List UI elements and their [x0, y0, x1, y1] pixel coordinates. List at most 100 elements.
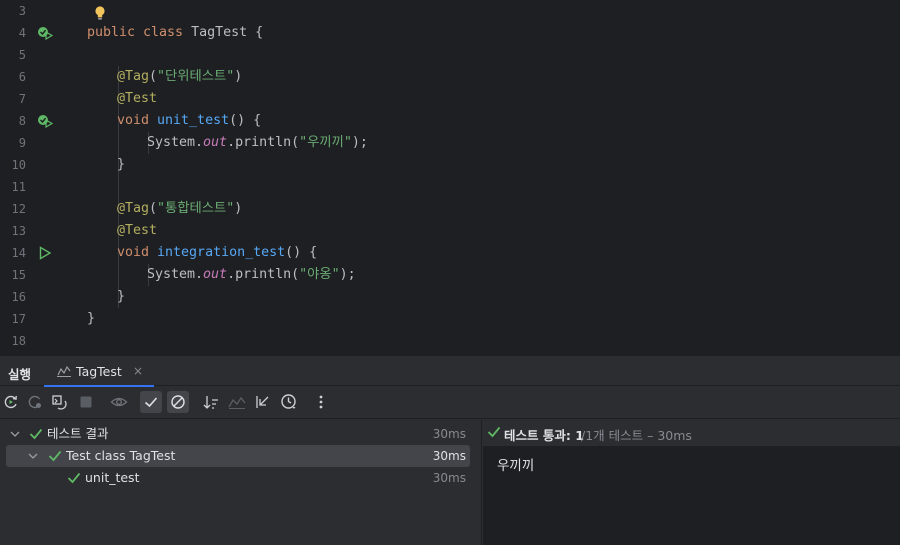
test-duration: 30ms: [432, 449, 466, 463]
import-tests-icon: [228, 396, 246, 409]
line-number: 3: [18, 4, 26, 18]
code-line: 17 }: [0, 308, 900, 330]
collapse-icon: [256, 396, 269, 408]
line-number: 8: [18, 114, 26, 128]
tab-tagtest[interactable]: TagTest ×: [44, 356, 154, 387]
tests-passed-count: 테스트 통과: 1: [504, 428, 584, 443]
code-line: 12 @Tag("통합테스트"): [0, 198, 900, 220]
run-test-icon[interactable]: [37, 246, 53, 260]
code-line: 7 @Test: [0, 88, 900, 110]
test-run-icon: [57, 365, 71, 377]
collapse-button[interactable]: [252, 391, 274, 413]
line-number: 18: [11, 334, 26, 348]
code-line: 14 void integration_test() {: [0, 242, 900, 264]
run-test-passed-icon[interactable]: [37, 26, 53, 40]
tree-row-test-results[interactable]: 테스트 결과 30ms: [6, 423, 470, 445]
code-line: 4 public class TagTest {: [0, 22, 900, 44]
toggle-auto-test-button[interactable]: [48, 391, 70, 413]
line-number: 14: [11, 246, 26, 260]
line-number: 6: [18, 70, 26, 84]
run-panel-title: 실행: [8, 367, 32, 382]
rerun-failed-icon: [28, 395, 41, 409]
line-number: 9: [18, 136, 26, 150]
stop-button[interactable]: [75, 391, 97, 413]
code-line: 5: [0, 44, 900, 66]
line-number: 16: [11, 290, 26, 304]
code-text: @Test: [117, 91, 158, 106]
test-duration: 30ms: [432, 427, 466, 441]
test-passed-icon: [487, 426, 501, 438]
run-toolbar: [0, 387, 900, 419]
code-text: }: [117, 157, 126, 172]
code-line: 13 @Test: [0, 220, 900, 242]
tree-row-unit-test[interactable]: unit_test 30ms: [6, 467, 470, 489]
code-text: }: [87, 311, 96, 326]
rerun-icon: [4, 395, 17, 409]
code-text: public class TagTest {: [87, 25, 264, 40]
code-text: @Tag("통합테스트"): [117, 201, 243, 216]
import-tests-button[interactable]: [226, 391, 248, 413]
code-text: void integration_test() {: [117, 245, 318, 260]
more-icon: [319, 395, 323, 409]
rerun-failed-button[interactable]: [24, 391, 46, 413]
line-number: 10: [11, 158, 26, 172]
show-ignored-icon: [110, 397, 128, 407]
code-line: 15 System.out.println("야옹");: [0, 264, 900, 286]
sort-button[interactable]: [200, 391, 222, 413]
more-options-button[interactable]: [310, 391, 332, 413]
lightbulb-icon[interactable]: [92, 4, 108, 22]
run-tool-window: 실행 TagTest × 테스트 결과 30ms Test class TagT…: [0, 355, 900, 545]
chevron-down-icon[interactable]: [28, 452, 38, 460]
test-duration: 30ms: [432, 471, 466, 485]
tab-label: TagTest: [76, 364, 122, 379]
show-passed-button[interactable]: [140, 391, 162, 413]
line-number: 17: [11, 312, 26, 326]
code-line: 3: [0, 0, 900, 22]
tree-row-test-class[interactable]: Test class TagTest 30ms: [6, 445, 470, 467]
test-passed-icon: [48, 450, 62, 462]
code-text: }: [117, 289, 126, 304]
code-line: 16 }: [0, 286, 900, 308]
show-passed-icon: [144, 397, 158, 408]
show-ignored-toggle-button[interactable]: [167, 391, 189, 413]
line-number: 5: [18, 48, 26, 62]
show-ignored-toggle-icon: [171, 395, 185, 409]
code-editor[interactable]: 3 4 public class TagTest { 5 6 @Tag("단위테…: [0, 0, 900, 355]
toggle-auto-test-icon: [52, 395, 67, 410]
line-number: 7: [18, 92, 26, 106]
console-line: 우끼끼: [497, 458, 535, 474]
rerun-button[interactable]: [0, 391, 22, 413]
tree-item-label: 테스트 결과: [47, 426, 109, 441]
code-text: void unit_test() {: [117, 113, 262, 128]
tree-item-label: Test class TagTest: [66, 448, 176, 463]
code-line: 9 System.out.println("우끼끼");: [0, 132, 900, 154]
history-button[interactable]: [278, 391, 300, 413]
line-number: 4: [18, 26, 26, 40]
test-passed-icon: [67, 472, 81, 484]
line-number: 12: [11, 202, 26, 216]
test-results-tree: 테스트 결과 30ms Test class TagTest 30ms unit…: [0, 420, 482, 545]
line-number: 11: [11, 180, 26, 194]
tree-item-label: unit_test: [85, 470, 140, 485]
code-text: System.out.println("야옹");: [147, 267, 356, 282]
code-line: 11: [0, 176, 900, 198]
stop-icon: [80, 396, 92, 408]
code-text: @Tag("단위테스트"): [117, 69, 243, 84]
chevron-down-icon[interactable]: [10, 430, 20, 438]
test-passed-icon: [29, 428, 43, 440]
code-line: 10 }: [0, 154, 900, 176]
line-number: 13: [11, 224, 26, 238]
close-icon[interactable]: ×: [133, 364, 143, 378]
tests-summary: /1개 테스트 – 30ms: [581, 428, 692, 443]
show-ignored-button[interactable]: [108, 391, 130, 413]
run-tab-bar: 실행 TagTest ×: [0, 356, 900, 387]
console-output[interactable]: 테스트 통과: 1 /1개 테스트 – 30ms 우끼끼: [483, 420, 900, 545]
code-line: 8 void unit_test() {: [0, 110, 900, 132]
test-status-bar: 테스트 통과: 1 /1개 테스트 – 30ms: [483, 420, 900, 446]
sort-icon: [203, 396, 218, 409]
code-line: 18: [0, 330, 900, 352]
code-text: @Test: [117, 223, 158, 238]
line-number: 15: [11, 268, 26, 282]
run-test-passed-icon[interactable]: [37, 114, 53, 128]
code-text: System.out.println("우끼끼");: [147, 135, 368, 150]
